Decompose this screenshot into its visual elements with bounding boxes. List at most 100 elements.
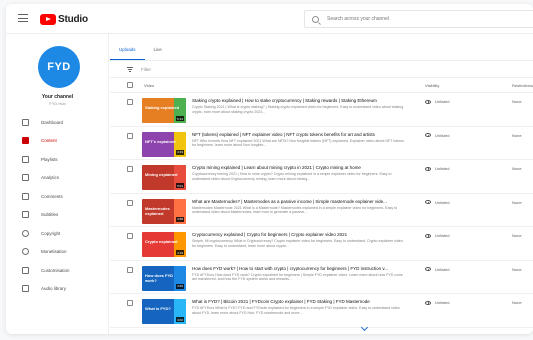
sidebar-item-copyright[interactable]: Copyright	[6, 224, 109, 243]
studio-logo[interactable]: Studio	[40, 13, 88, 25]
header-video: Video	[144, 83, 155, 88]
row-checkbox[interactable]	[127, 300, 133, 306]
tab-live[interactable]: Live	[145, 44, 171, 60]
sidebar-item-dashboard[interactable]: Dashboard	[6, 113, 109, 132]
video-title[interactable]: Crypto mining explained | Learn about mi…	[192, 165, 407, 170]
video-thumbnail[interactable]: NFT's explained 4:33	[142, 131, 186, 157]
eye-icon	[425, 133, 431, 137]
video-title[interactable]: What are Masternodes? | Masternodes as a…	[192, 199, 407, 204]
header-visibility: Visibility	[425, 83, 440, 88]
sidebar-item-label: Customisation	[41, 267, 70, 273]
thumbnail-text: NFT's explained	[145, 138, 176, 144]
table-header: Video Visibility Restrictions	[110, 78, 533, 93]
youtube-logo-icon	[40, 13, 56, 25]
visibility-dropdown[interactable]: Unlisted	[425, 300, 449, 305]
row-checkbox[interactable]	[127, 99, 133, 105]
video-thumbnail[interactable]: Masternodes explained 4:58	[142, 198, 186, 224]
video-thumbnail[interactable]: Crypto explained 4:19	[142, 232, 186, 257]
restrictions-value: None	[512, 199, 522, 205]
video-title[interactable]: Staking crypto explained | How to stake …	[192, 98, 407, 103]
video-title[interactable]: What is FYD? | Bitcoin 2021 | FYDcoin Cr…	[192, 299, 407, 304]
filter-bar[interactable]: Filter	[110, 61, 533, 78]
studio-window: Studio FYD Your channel FYD Hub Dashboar…	[6, 4, 533, 334]
table-row[interactable]: What is FYD? 4:02 What is FYD? | Bitcoin…	[110, 294, 533, 328]
sidebar-item-audio-library[interactable]: Audio library	[6, 280, 109, 299]
restrictions-value: None	[512, 99, 522, 104]
visibility-label: Unlisted	[435, 166, 450, 171]
visibility-dropdown[interactable]: Unlisted	[425, 133, 449, 138]
restrictions-value: None	[512, 132, 522, 138]
sidebar-item-comments[interactable]: Comments	[6, 187, 109, 206]
eye-icon	[425, 267, 431, 271]
thumbnail-text: Crypto explained	[145, 239, 178, 244]
table-row[interactable]: Crypto explained 4:19 Cryptocurrency exp…	[110, 227, 533, 261]
search-input[interactable]	[327, 16, 487, 22]
sidebar-item-analytics[interactable]: Analytics	[6, 169, 109, 188]
thumbnail-text: How does FYD work?	[145, 272, 174, 283]
copyright-icon	[22, 229, 29, 237]
visibility-dropdown[interactable]: Unlisted	[425, 267, 449, 272]
playlists-icon	[22, 155, 29, 163]
eye-icon	[425, 300, 431, 305]
channel-name: Your channel	[41, 94, 74, 100]
visibility-dropdown[interactable]: Unlisted	[425, 166, 449, 171]
thumbnail-text: Masternodes explained	[145, 205, 170, 216]
select-all-checkbox[interactable]	[127, 82, 133, 88]
table-row[interactable]: NFT's explained 4:33 NFT (tokens) explai…	[110, 127, 533, 160]
sidebar-item-customisation[interactable]: Customisation	[6, 261, 109, 280]
restrictions-value: None	[512, 266, 522, 272]
row-checkbox[interactable]	[127, 233, 133, 239]
channel-avatar[interactable]: FYD	[38, 46, 80, 88]
table-row[interactable]: How does FYD work? 3:45 How does FYD wor…	[110, 261, 533, 294]
sidebar-item-monetisation[interactable]: Monetisation	[6, 243, 109, 262]
row-checkbox[interactable]	[127, 266, 133, 273]
row-checkbox[interactable]	[127, 132, 133, 139]
sidebar-item-label: Comments	[41, 193, 63, 199]
sidebar-item-label: Monetisation	[41, 249, 67, 255]
sidebar-item-subtitles[interactable]: Subtitles	[6, 206, 109, 225]
row-checkbox[interactable]	[127, 166, 133, 172]
visibility-label: Unlisted	[435, 300, 450, 305]
table-row[interactable]: Staking explained 5:14 Staking crypto ex…	[110, 93, 533, 127]
restrictions-value: None	[512, 300, 522, 305]
visibility-dropdown[interactable]: Unlisted	[425, 99, 449, 104]
table-row[interactable]: Mining explained 5:01 Crypto mining expl…	[110, 160, 533, 194]
search-bar[interactable]	[304, 10, 533, 28]
video-thumbnail[interactable]: Staking explained 5:14	[142, 98, 186, 123]
sidebar-item-label: Audio library	[41, 286, 67, 292]
comments-icon	[22, 192, 29, 200]
thumbnail-text: Staking explained	[145, 105, 180, 110]
visibility-dropdown[interactable]: Unlisted	[425, 233, 449, 238]
sidebar-item-label: Content	[41, 138, 57, 144]
sidebar-item-playlists[interactable]: Playlists	[6, 150, 109, 169]
video-description: FYD #FYDcrs How does FYD work? Crypto ex…	[192, 272, 403, 282]
video-title[interactable]: How does FYD work? | How to start with c…	[192, 266, 407, 271]
thumbnail-text: What is FYD?	[145, 306, 171, 311]
sidebar-item-label: Analytics	[41, 175, 60, 181]
restrictions-value: None	[512, 166, 522, 171]
menu-icon[interactable]	[18, 14, 28, 22]
audio-library-icon	[22, 285, 29, 293]
video-title[interactable]: NFT (tokens) explained | NFT explainer v…	[192, 132, 407, 137]
visibility-dropdown[interactable]: Unlisted	[425, 200, 449, 205]
video-title[interactable]: Cryptocurrency explained | Crypto for be…	[192, 232, 407, 237]
video-duration: 4:19	[176, 250, 184, 255]
video-description: FYD #FYDcrs What is FYD? FYD and FYDcoin…	[192, 306, 400, 315]
filter-label: Filter	[141, 66, 151, 72]
restrictions-value: None	[512, 233, 522, 238]
visibility-label: Unlisted	[435, 99, 450, 104]
video-thumbnail[interactable]: What is FYD? 4:02	[142, 299, 186, 324]
row-checkbox[interactable]	[127, 199, 133, 206]
header-restrictions: Restrictions	[512, 83, 533, 88]
eye-icon	[425, 200, 431, 204]
thumbnail-text: Mining explained	[145, 172, 178, 177]
visibility-label: Unlisted	[435, 132, 450, 138]
video-thumbnail[interactable]: Mining explained 5:01	[142, 165, 186, 190]
visibility-label: Unlisted	[435, 266, 450, 272]
sidebar-item-content[interactable]: Content	[6, 132, 109, 151]
video-description: Masternodes Masternode 2021 What is a Ma…	[192, 205, 398, 215]
tab-uploads[interactable]: Uploads	[110, 44, 145, 60]
video-thumbnail[interactable]: How does FYD work? 3:45	[142, 265, 186, 291]
table-row[interactable]: Masternodes explained 4:58 What are Mast…	[110, 194, 533, 227]
visibility-label: Unlisted	[435, 233, 450, 238]
